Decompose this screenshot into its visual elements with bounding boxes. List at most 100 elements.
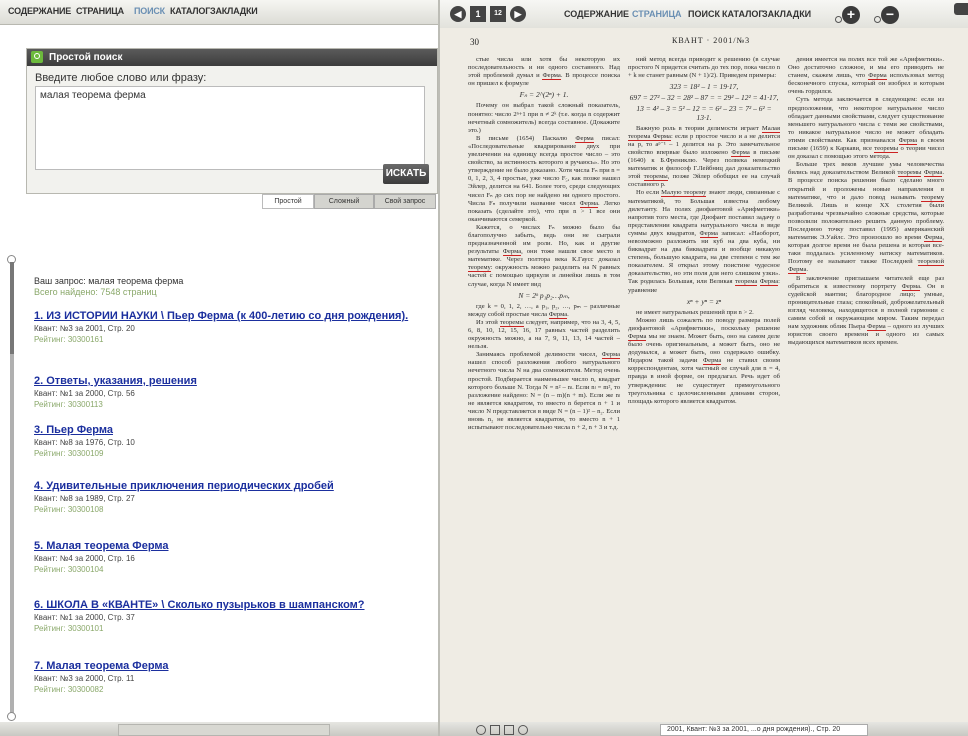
page-paragraph: Занимаясь проблемой делимости чисел, Фер… [468,351,620,432]
page-paragraph: Можно лишь сожалеть по поводу размера по… [628,316,780,405]
tab-page[interactable]: СТРАНИЦА [76,6,124,16]
result-title[interactable]: 1. ИЗ ИСТОРИИ НАУКИ \ Пьер Ферма (к 400-… [34,309,414,323]
result-rating: Рейтинг: 30300104 [34,565,104,574]
result-item[interactable]: 1. ИЗ ИСТОРИИ НАУКИ \ Пьер Ферма (к 400-… [34,309,414,344]
formula: 13 = 4² – 3 = 5² – 12 = = 6² – 23 = 7² –… [636,104,772,122]
page-paragraph: Важную роль в теории делимости играет Ма… [628,124,780,189]
page-paragraph: В заключение приглашаем читателей еще ра… [788,274,944,347]
result-source: Квант: №1 за 2000, Стр. 37 [34,613,135,622]
page-paragraph: Из этой теоремы следует, например, что н… [468,318,620,351]
single-page-view-button[interactable]: 1 [470,6,486,22]
result-item[interactable]: 2. Ответы, указания, решения Квант: №1 з… [34,374,414,409]
right-panel: ◀ 1 12 ▶ СОДЕРЖАНИЕ СТРАНИЦА ПОИСК КАТАЛ… [440,0,968,736]
tab-search[interactable]: ПОИСК [688,9,720,19]
nav-page-icon[interactable] [490,725,500,735]
result-source: Квант: №8 за 1976, Стр. 10 [34,438,135,447]
search-mode-tabs: Простой Сложный Свой запрос [26,194,436,209]
result-title[interactable]: 4. Удивительные приключения периодически… [34,479,414,493]
mode-advanced[interactable]: Сложный [314,194,374,209]
result-rating: Рейтинг: 30300161 [34,335,104,344]
formula: xⁿ + yⁿ = zⁿ [686,296,722,306]
result-rating: Рейтинг: 30300113 [34,400,103,409]
page-paragraph: В письме (1654) Паскалю Ферма писал: «По… [468,134,620,223]
result-rating: Рейтинг: 30300109 [34,449,104,458]
tab-contents[interactable]: СОДЕРЖАНИЕ [564,9,629,19]
page-status: 2001, Квант: №3 за 2001, ...о дня рожден… [660,724,868,736]
results-scroll-thumb[interactable] [10,262,14,354]
panel-corner-tab[interactable] [954,3,968,15]
tab-bookmarks[interactable]: ЗАКЛАДКИ [762,9,811,19]
zoom-small-dot [874,16,881,23]
left-panel: СОДЕРЖАНИЕ СТРАНИЦА ПОИСК КАТАЛОГ ЗАКЛАД… [0,0,440,736]
result-rating: Рейтинг: 30300082 [34,685,104,694]
page-paragraph: Почему он выбрал такой сложный показател… [468,102,620,134]
result-title[interactable]: 7. Малая теорема Ферма [34,659,414,673]
result-item[interactable]: 6. ШКОЛА В «КВАНТЕ» \ Сколько пузырьков … [34,598,414,633]
page-column-3: дения имеется на полях все той же «Арифм… [788,56,944,722]
page-paragraph: Но если Малую теорему знают люди, связан… [628,189,780,294]
nav-first-icon[interactable] [476,725,486,735]
page-paragraph: Больше трех веков лучшие умы человечеств… [788,161,944,275]
next-page-button[interactable]: ▶ [510,6,526,22]
result-source: Квант: №1 за 2000, Стр. 56 [34,389,135,398]
page-paragraph: стые числа или хотя бы некоторую их посл… [468,56,620,88]
simple-search-panel: Простой поиск Введите любое слово или фр… [26,48,438,194]
page-paragraph: дения имеется на полях все той же «Арифм… [788,56,944,96]
formula: 697 = 27² – 32 = 28² – 87 = = 29² – 12² … [629,93,779,103]
result-title[interactable]: 2. Ответы, указания, решения [34,374,414,388]
reader-toolbar: ◀ 1 12 ▶ СОДЕРЖАНИЕ СТРАНИЦА ПОИСК КАТАЛ… [440,0,968,29]
page-column-2: ний метод всегда приводит к решению (в с… [628,56,780,722]
result-rating: Рейтинг: 30300101 [34,624,104,633]
search-button[interactable]: ИСКАТЬ [383,164,429,184]
nav-spread-icon[interactable] [504,725,514,735]
tab-catalog[interactable]: КАТАЛОГ [722,9,764,19]
tab-catalog[interactable]: КАТАЛОГ [170,6,210,16]
page-paragraph: ний метод всегда приводит к решению (в с… [628,56,780,80]
left-bottom-bar [0,722,440,736]
mode-simple[interactable]: Простой [262,194,314,209]
tab-page[interactable]: СТРАНИЦА [632,9,682,19]
search-panel-title: Простой поиск [49,52,123,63]
page-column-1: стые числа или хотя бы некоторую их посл… [468,56,620,722]
page-paragraph: где k = 0, 1, 2, …, а p₁, p₂, …, pₘ – ра… [468,302,620,319]
left-nav-bar: СОДЕРЖАНИЕ СТРАНИЦА ПОИСК КАТАЛОГ ЗАКЛАД… [0,0,440,25]
tab-bookmarks[interactable]: ЗАКЛАДКИ [210,6,258,16]
formula: N = 2ᵏ p₁p₂…pₘ, [518,290,570,300]
page-header: КВАНТ · 2001/№3 [672,36,751,45]
page-paragraph: Кажется, о числах Fₙ можно было бы благо… [468,223,620,288]
query-summary: Ваш запрос: малая теорема ферма [34,276,184,286]
search-input[interactable]: малая теорема ферма [35,86,425,170]
tab-contents[interactable]: СОДЕРЖАНИЕ [8,6,71,16]
page-number: 30 [470,37,479,47]
result-item[interactable]: 4. Удивительные приключения периодически… [34,479,414,514]
page-paragraph: не имеет натуральных решений при n > 2. [636,308,754,316]
result-source: Квант: №3 за 2001, Стр. 20 [34,324,135,333]
result-item[interactable]: 5. Малая теорема Ферма Квант: №4 за 2000… [34,539,414,574]
result-title[interactable]: 6. ШКОЛА В «КВАНТЕ» \ Сколько пузырьков … [34,598,414,612]
zoom-in-button[interactable]: + [842,6,860,24]
nav-last-icon[interactable] [518,725,528,735]
zoom-small-dot [835,16,842,23]
two-page-view-button[interactable]: 12 [490,6,506,22]
formula: 323 = 18² – 1 = 19·17, [669,82,739,92]
result-source: Квант: №4 за 2000, Стр. 16 [34,554,135,563]
result-item[interactable]: 3. Пьер Ферма Квант: №8 за 1976, Стр. 10… [34,423,414,458]
result-source: Квант: №8 за 1989, Стр. 27 [34,494,135,503]
left-bottom-slot [118,724,330,736]
result-title[interactable]: 5. Малая теорема Ферма [34,539,414,553]
results-count: Всего найдено: 7548 страниц [34,287,157,297]
scroll-bottom-handle[interactable] [7,712,16,721]
zoom-out-button[interactable]: − [881,6,899,24]
result-source: Квант: №3 за 2000, Стр. 11 [34,674,135,683]
prev-page-button[interactable]: ◀ [450,6,466,22]
page-paragraph: Суть метода заключается в следующем: есл… [788,96,944,161]
formula: Fₙ = 2^(2ⁿ) + 1. [519,90,569,100]
result-rating: Рейтинг: 30300108 [34,505,104,514]
search-prompt: Введите любое слово или фразу: [35,72,207,84]
tab-search[interactable]: ПОИСК [134,6,165,16]
search-panel-header: Простой поиск [27,49,437,66]
result-title[interactable]: 3. Пьер Ферма [34,423,414,437]
mode-custom-query[interactable]: Свой запрос [374,194,436,209]
result-item[interactable]: 7. Малая теорема Ферма Квант: №3 за 2000… [34,659,414,694]
search-icon [31,51,43,63]
